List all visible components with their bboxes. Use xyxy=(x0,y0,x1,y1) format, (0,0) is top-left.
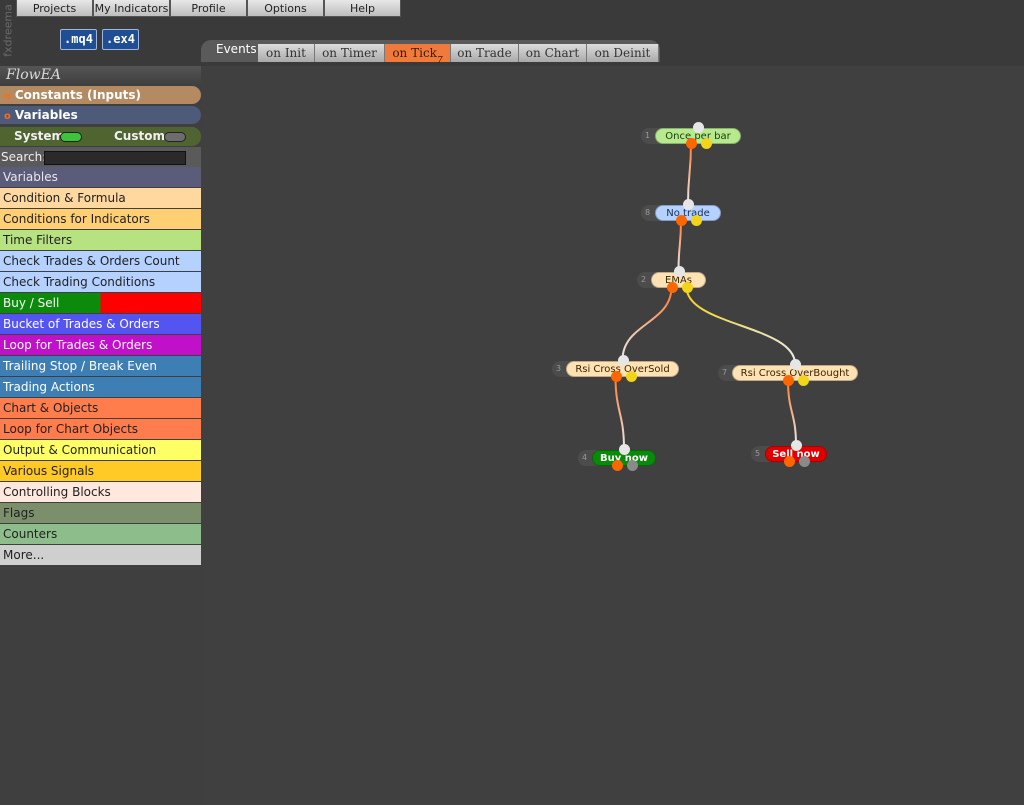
menu-profile[interactable]: Profile xyxy=(170,0,247,17)
category-output-communication[interactable]: Output & Communication xyxy=(0,440,201,461)
category-time-filters[interactable]: Time Filters xyxy=(0,230,201,251)
category-conditions-for-indicators[interactable]: Conditions for Indicators xyxy=(0,209,201,230)
sidebar: FlowEA o Constants (Inputs) o Variables Sy… xyxy=(0,66,201,805)
category-loop-for-chart-objects[interactable]: Loop for Chart Objects xyxy=(0,419,201,440)
system-switch[interactable] xyxy=(60,132,82,142)
output-connector[interactable] xyxy=(686,138,697,149)
block-buy-now[interactable]: 4 Buy now xyxy=(578,444,656,474)
output-connector[interactable] xyxy=(666,282,678,293)
menu-help[interactable]: Help xyxy=(324,0,401,17)
category-condition-formula[interactable]: Condition & Formula xyxy=(0,188,201,209)
ex4-button[interactable]: .ex4 xyxy=(102,29,139,50)
events-label: Events xyxy=(216,42,257,56)
tab-on-tick[interactable]: on Tick7 xyxy=(385,44,451,66)
category-buy-sell[interactable]: Buy / Sell xyxy=(0,293,201,314)
search-input[interactable] xyxy=(44,151,186,165)
menu-options[interactable]: Options xyxy=(247,0,324,17)
output-connector[interactable] xyxy=(799,456,810,467)
output-connector[interactable] xyxy=(783,375,794,386)
menu-my-indicators[interactable]: My Indicators xyxy=(93,0,170,17)
tab-on-deinit[interactable]: on Deinit xyxy=(587,44,659,62)
category-check-trading-conditions[interactable]: Check Trading Conditions xyxy=(0,272,201,293)
tab-label: on Deinit xyxy=(594,46,651,60)
tab-on-init[interactable]: on Init xyxy=(258,44,315,62)
category-flags[interactable]: Flags xyxy=(0,503,201,524)
search-row: Search: xyxy=(0,147,201,167)
events-tabbar: Events on Init on Timer on Tick7 on Trade on… xyxy=(201,40,660,66)
tab-label: on Init xyxy=(266,46,306,60)
tab-label: on Trade xyxy=(457,46,512,60)
variables-toggle[interactable]: o Variables xyxy=(0,106,201,124)
category-chart-objects[interactable]: Chart & Objects xyxy=(0,398,201,419)
app-title: FlowEA xyxy=(0,66,201,85)
tab-block-count: 7 xyxy=(436,56,443,67)
menu-projects[interactable]: Projects xyxy=(16,0,93,17)
input-connector[interactable] xyxy=(673,266,685,277)
expand-ring-icon: o xyxy=(4,91,11,102)
block-no-trade[interactable]: 8 No trade xyxy=(641,199,721,229)
output-connector[interactable] xyxy=(627,460,638,471)
variable-scope-row: System Custom xyxy=(0,127,201,146)
category-bucket-of-trades-orders[interactable]: Bucket of Trades & Orders xyxy=(0,314,201,335)
output-connector[interactable] xyxy=(798,375,809,386)
menu-bar: Projects My Indicators Profile Options Help xyxy=(16,0,401,17)
flow-canvas[interactable] xyxy=(201,66,1024,805)
top-bar: fxdreema Projects My Indicators Profile Opt… xyxy=(0,0,1024,66)
output-connector[interactable] xyxy=(676,215,687,226)
tab-label: on Chart xyxy=(525,46,580,60)
category-variables[interactable]: Variables xyxy=(0,167,201,188)
category-list: Variables Condition & Formula Conditions f… xyxy=(0,167,201,566)
tab-on-timer[interactable]: on Timer xyxy=(315,44,385,62)
output-connector[interactable] xyxy=(625,371,637,382)
category-more[interactable]: More... xyxy=(0,545,201,566)
category-check-trades-orders-count[interactable]: Check Trades & Orders Count xyxy=(0,251,201,272)
input-connector[interactable] xyxy=(619,444,630,455)
block-emas[interactable]: 2 EMAs xyxy=(637,266,706,296)
category-controlling-blocks[interactable]: Controlling Blocks xyxy=(0,482,201,503)
block-sell-now[interactable]: 5 Sell now xyxy=(751,440,827,470)
search-label: Search: xyxy=(1,150,47,164)
output-connector[interactable] xyxy=(691,215,702,226)
block-once-per-bar[interactable]: 1 Once per bar xyxy=(641,122,741,152)
category-trading-actions[interactable]: Trading Actions xyxy=(0,377,201,398)
expand-ring-icon: o xyxy=(4,111,11,122)
brand-logo: fxdreema xyxy=(1,4,15,57)
tab-label: on Timer xyxy=(322,46,377,60)
output-connector[interactable] xyxy=(784,456,795,467)
input-connector[interactable] xyxy=(693,122,704,133)
constants-inputs-toggle[interactable]: o Constants (Inputs) xyxy=(0,86,201,104)
system-label: System xyxy=(14,129,64,143)
output-connector[interactable] xyxy=(681,282,693,293)
custom-switch[interactable] xyxy=(164,132,186,142)
input-connector[interactable] xyxy=(683,199,694,210)
mq4-button[interactable]: .mq4 xyxy=(60,29,97,50)
tab-on-trade[interactable]: on Trade xyxy=(451,44,519,62)
input-connector[interactable] xyxy=(790,359,801,370)
custom-label: Custom xyxy=(114,129,165,143)
block-rsi-cross-overbought[interactable]: 7 Rsi Cross OverBought xyxy=(718,359,858,389)
tab-on-chart[interactable]: on Chart xyxy=(519,44,587,62)
category-various-signals[interactable]: Various Signals xyxy=(0,461,201,482)
category-counters[interactable]: Counters xyxy=(0,524,201,545)
output-connector[interactable] xyxy=(612,460,623,471)
tab-label: on Tick xyxy=(392,46,437,60)
input-connector[interactable] xyxy=(791,440,802,451)
block-rsi-cross-oversold[interactable]: 3 Rsi Cross OverSold xyxy=(552,355,679,385)
category-trailing-stop-break-even[interactable]: Trailing Stop / Break Even xyxy=(0,356,201,377)
input-connector[interactable] xyxy=(617,355,629,366)
category-loop-for-trades-orders[interactable]: Loop for Trades & Orders xyxy=(0,335,201,356)
output-connector[interactable] xyxy=(610,371,622,382)
output-connector[interactable] xyxy=(701,138,712,149)
